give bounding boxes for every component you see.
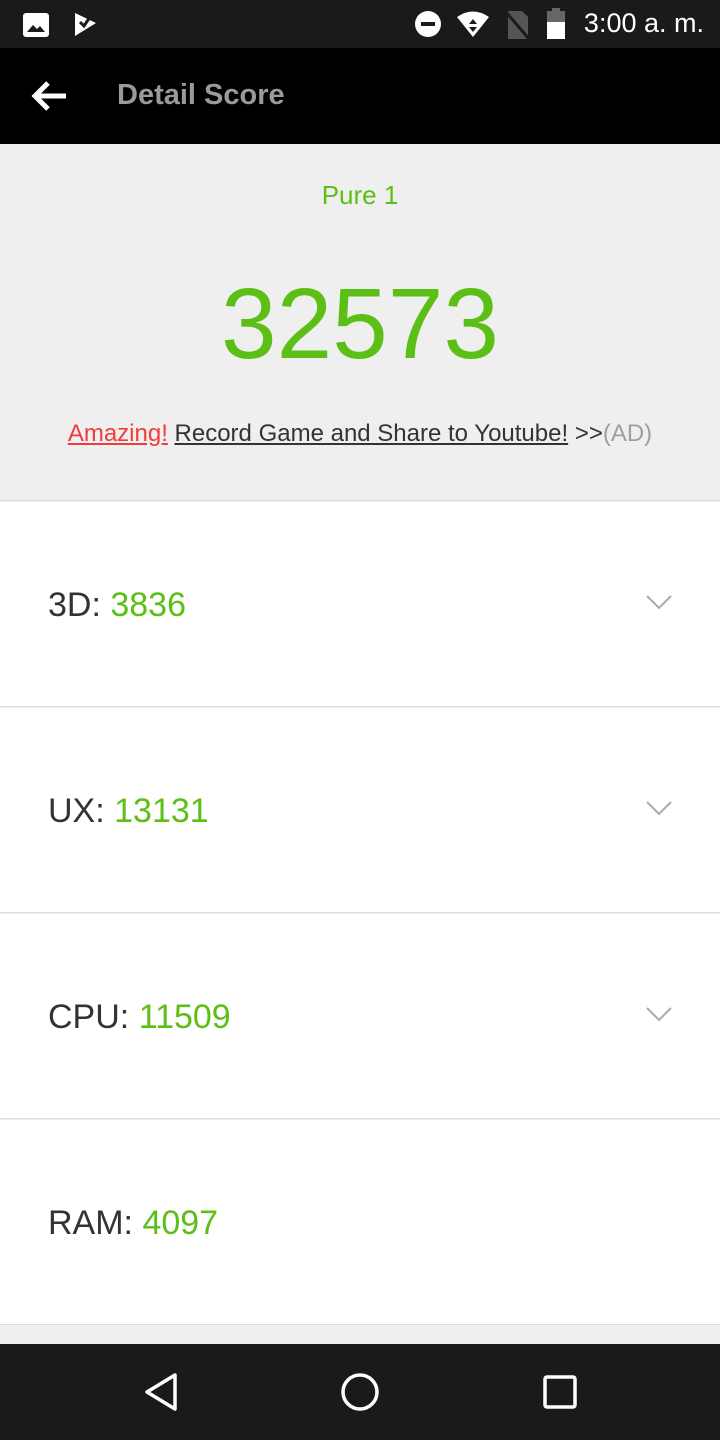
score-label: 3D: (48, 586, 111, 624)
status-bar: 3:00 a. m. (0, 0, 720, 48)
status-time: 3:00 a. m. (583, 8, 704, 38)
chevron-down-icon[interactable] (646, 800, 672, 816)
wifi-icon (457, 11, 489, 37)
score-value: 3836 (110, 586, 186, 624)
app-header: Detail Score (0, 48, 720, 144)
score-row-3d[interactable]: 3D: 3836 (0, 502, 720, 707)
chevron-down-icon[interactable] (646, 1006, 672, 1022)
score-row-ux[interactable]: UX: 13131 (0, 708, 720, 913)
page-title: Detail Score (117, 79, 285, 111)
score-row-cpu[interactable]: CPU: 11509 (0, 914, 720, 1119)
ad-highlight[interactable]: Amazing! (68, 420, 168, 447)
home-circle-icon[interactable] (340, 1372, 380, 1412)
total-score: 32573 (220, 268, 500, 380)
battery-icon (547, 8, 565, 39)
chevron-down-icon[interactable] (646, 594, 672, 610)
no-sim-icon (504, 11, 530, 40)
do-not-disturb-icon (415, 11, 441, 37)
navigation-bar (0, 1344, 720, 1440)
device-name: Pure 1 (321, 180, 399, 210)
back-triangle-icon[interactable] (142, 1372, 180, 1412)
score-summary: Pure 1 32573 Amazing! Record Game and Sh… (0, 144, 720, 501)
score-label: CPU: (48, 998, 139, 1036)
score-label: UX: (48, 792, 115, 830)
ad-tag: (AD) (602, 420, 653, 447)
checklist-icon (75, 13, 96, 36)
score-value: 13131 (114, 792, 209, 830)
score-label: RAM: (48, 1204, 143, 1242)
score-value: 11509 (138, 998, 231, 1036)
arrow-left-icon[interactable] (30, 78, 70, 114)
ad-banner[interactable]: Amazing! Record Game and Share to Youtub… (0, 420, 720, 448)
ad-link[interactable]: Record Game and Share to Youtube! (175, 420, 569, 447)
recents-square-icon[interactable] (542, 1372, 578, 1412)
ad-arrows: >> (574, 420, 603, 447)
image-icon (23, 13, 49, 37)
score-value: 4097 (142, 1204, 219, 1242)
score-row-ram: RAM: 4097 (0, 1120, 720, 1325)
